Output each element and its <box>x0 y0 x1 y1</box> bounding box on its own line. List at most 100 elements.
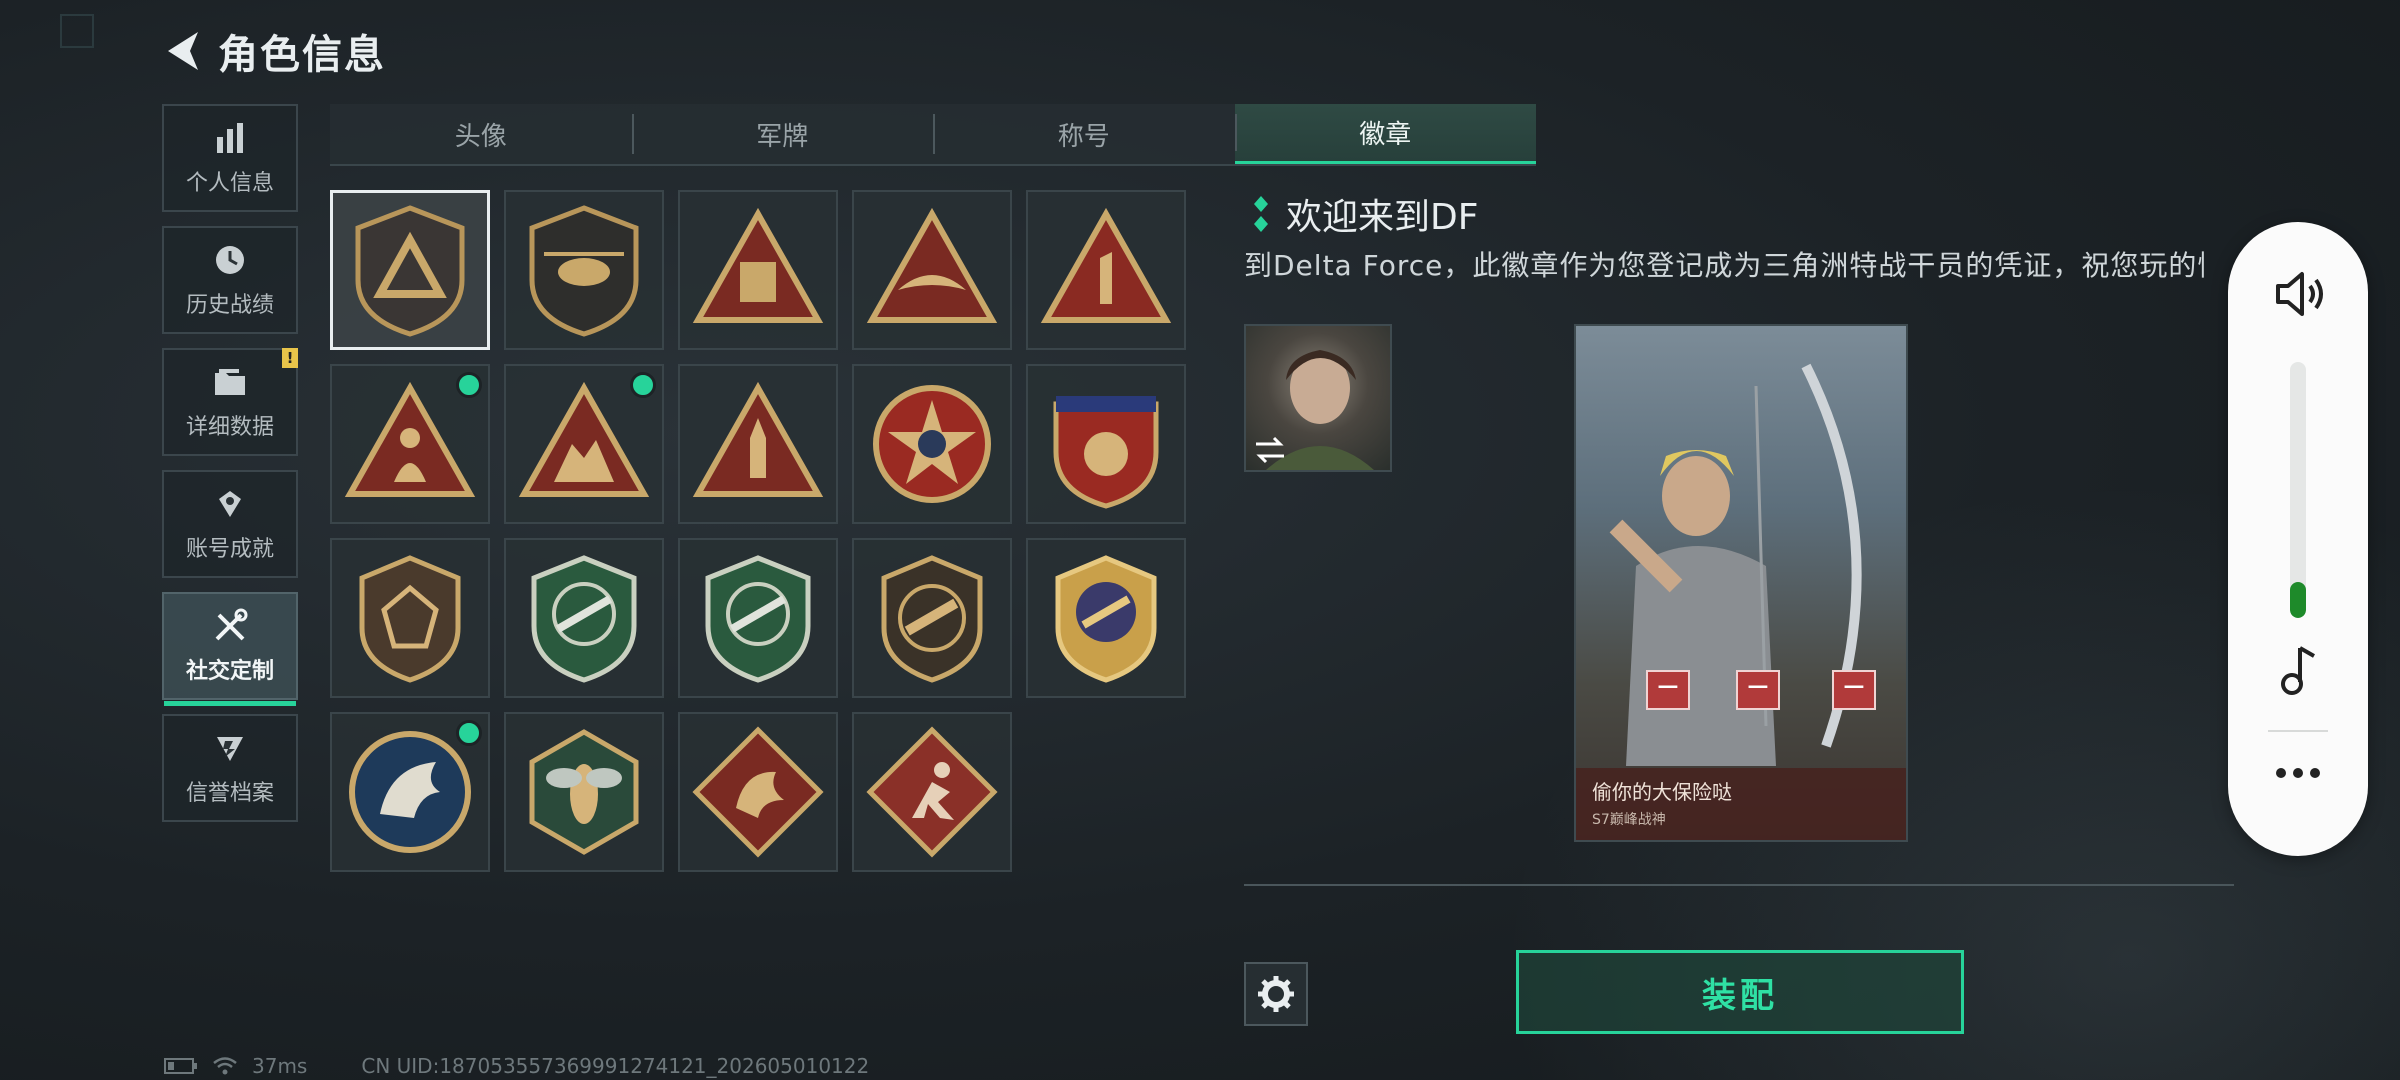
battery-icon <box>164 1058 197 1074</box>
tab-title[interactable]: 称号 <box>933 104 1235 164</box>
tab-bar: 头像 军牌 称号 徽章 <box>330 104 1536 166</box>
badge-cell[interactable] <box>330 712 490 872</box>
volume-slider[interactable] <box>2290 362 2306 618</box>
wifi-icon <box>213 1057 237 1075</box>
music-note-icon[interactable] <box>2276 642 2320 698</box>
badge-cell[interactable] <box>330 190 490 350</box>
dragon-diamond-badge-icon <box>692 726 824 858</box>
new-indicator <box>456 372 482 398</box>
nav-label: 详细数据 <box>185 415 274 440</box>
swap-arrows-icon <box>1256 436 1284 464</box>
corner-mark <box>60 14 94 48</box>
nav-item-detailed-data[interactable]: ! 详细数据 <box>162 348 298 456</box>
nav-item-credit-profile[interactable]: 信誉档案 <box>162 714 298 822</box>
crest-stars-badge-icon <box>1053 396 1159 509</box>
nav-item-achievements[interactable]: 账号成就 <box>162 470 298 578</box>
nav-label: 历史战绩 <box>185 293 274 318</box>
runner-diamond-badge-icon <box>866 726 998 858</box>
badge-cell[interactable] <box>330 538 490 698</box>
clock-icon <box>216 246 244 274</box>
soldier-triangle-badge-icon <box>344 381 476 497</box>
back-arrow-icon[interactable] <box>162 28 202 74</box>
badge-cell[interactable] <box>1026 538 1186 698</box>
side-nav: 个人信息 历史战绩 ! 详细数据 账号成就 社交定制 信誉档案 <box>162 104 300 836</box>
nav-item-social-custom[interactable]: 社交定制 <box>162 592 298 706</box>
volume-panel-divider <box>2268 730 2328 732</box>
badge-cell[interactable] <box>1026 364 1186 524</box>
nav-label: 账号成就 <box>185 537 274 562</box>
credit-icon <box>217 737 243 761</box>
badge-detail-title: 欢迎来到DF <box>1252 188 1478 240</box>
badge-cell[interactable] <box>852 712 1012 872</box>
tools-icon <box>215 608 248 641</box>
tab-avatar[interactable]: 头像 <box>330 104 632 164</box>
settings-button[interactable] <box>1244 962 1308 1026</box>
badge-cell[interactable] <box>678 712 838 872</box>
badge-cell[interactable] <box>504 364 664 524</box>
badge-cell[interactable] <box>678 190 838 350</box>
rifle-green-shield-2-badge-icon <box>705 555 811 683</box>
tab-dog-tag[interactable]: 军牌 <box>631 104 934 164</box>
wing-triangle-badge-icon <box>866 207 998 323</box>
more-options-icon[interactable] <box>2274 766 2322 780</box>
s7-triangle-badge-icon <box>692 207 824 323</box>
volume-panel <box>2228 222 2368 856</box>
page-title: 角色信息 <box>218 32 386 78</box>
folder-icon <box>215 369 245 395</box>
nav-label: 信誉档案 <box>185 781 274 806</box>
helicopter-shield-badge-icon <box>529 205 639 337</box>
remove-badge-slot-1[interactable]: − <box>1646 670 1690 710</box>
badge-cell[interactable] <box>1026 190 1186 350</box>
nav-label: 社交定制 <box>185 659 274 684</box>
achievement-icon <box>219 491 241 517</box>
badge-cell[interactable] <box>504 712 664 872</box>
gem-shield-badge-icon <box>359 555 461 683</box>
badge-cell[interactable] <box>852 538 1012 698</box>
volume-level <box>2290 582 2306 618</box>
new-indicator <box>456 720 482 746</box>
delta-shield-badge-icon <box>355 205 465 337</box>
nav-item-history[interactable]: 历史战绩 <box>162 226 298 334</box>
card-title: 偷你的大保险哒 <box>1592 780 1732 804</box>
card-caption: 偷你的大保险哒 S7巅峰战神 <box>1576 768 1906 840</box>
badge-cell[interactable] <box>330 364 490 524</box>
equip-button[interactable]: 装配 <box>1516 950 1964 1034</box>
uid-text: CN UID:1870535573699912741​21_2026050101… <box>361 1054 870 1078</box>
eagle-round-badge-icon <box>349 731 471 853</box>
warning-badge: ! <box>282 348 298 368</box>
number-one-triangle-badge-icon <box>1040 207 1172 323</box>
character-portrait[interactable] <box>1244 324 1392 472</box>
operator-card[interactable]: − − − 偷你的大保险哒 S7巅峰战神 <box>1574 324 1908 842</box>
speaker-icon[interactable] <box>2272 266 2328 322</box>
tab-badge[interactable]: 徽章 <box>1234 104 1536 164</box>
star-round-badge-icon <box>873 385 991 503</box>
badge-description: 到Delta Force，此徽章作为您登记成为三角洲特战干员的凭证，祝您玩的愉快 <box>1244 249 2204 282</box>
badge-cell[interactable] <box>504 190 664 350</box>
wasp-hexagon-badge-icon <box>529 729 639 855</box>
badge-name: 欢迎来到DF <box>1286 197 1479 238</box>
page-header: 角色信息 <box>162 22 386 80</box>
card-subtitle: S7巅峰战神 <box>1592 812 1666 828</box>
rocket-triangle-badge-icon <box>692 381 824 497</box>
green-diamond-icon <box>1254 196 1268 232</box>
badge-grid <box>330 190 1186 872</box>
ping-value: 37ms <box>252 1054 308 1078</box>
nav-label: 个人信息 <box>185 171 274 196</box>
divider <box>1244 884 2234 886</box>
badge-cell[interactable] <box>852 364 1012 524</box>
nav-item-personal-info[interactable]: 个人信息 <box>162 104 298 212</box>
squad-triangle-badge-icon <box>518 381 650 497</box>
bar-chart-icon <box>217 123 243 153</box>
badge-cell[interactable] <box>678 538 838 698</box>
badge-cell[interactable] <box>678 364 838 524</box>
remove-badge-slot-2[interactable]: − <box>1736 670 1780 710</box>
gear-icon <box>1258 976 1294 1012</box>
badge-cell[interactable] <box>852 190 1012 350</box>
gold-crest-badge-icon <box>1055 555 1157 683</box>
new-indicator <box>630 372 656 398</box>
status-bar: 37ms CN UID:1870535573699912741​21_20260… <box>164 1054 869 1078</box>
remove-badge-slot-3[interactable]: − <box>1832 670 1876 710</box>
rifle-green-shield-badge-icon <box>531 555 637 683</box>
operator-artwork <box>1609 363 1862 766</box>
badge-cell[interactable] <box>504 538 664 698</box>
